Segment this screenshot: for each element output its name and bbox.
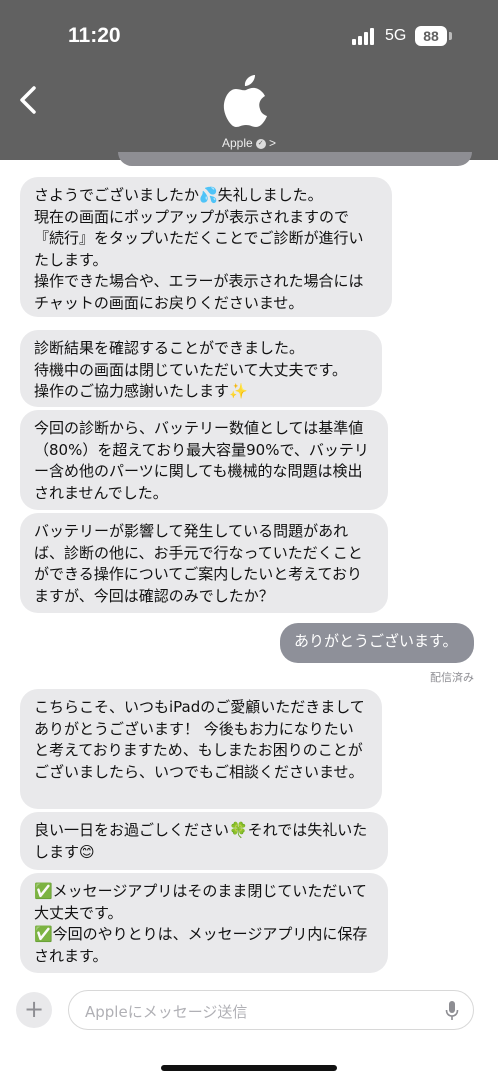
contact-name: Apple — [221, 136, 253, 150]
chat-header: 11:20 5G 88 Apple ✓ > — [0, 0, 498, 160]
battery-icon: 88 — [415, 26, 447, 46]
message-bubble-incoming: さようでございましたか💦失礼しました。 現在の画面にポップアップが表示されますの… — [20, 177, 392, 317]
message-input[interactable]: Appleにメッセージ送信 — [68, 990, 474, 1030]
network-type: 5G — [385, 27, 407, 44]
message-bubble-incoming: ✅メッセージアプリはそのまま閉じていただいて大丈夫です。 ✅今回のやりとりは、メ… — [20, 873, 388, 973]
cellular-signal-icon — [352, 28, 378, 45]
battery-tip — [449, 32, 452, 40]
back-chevron-icon[interactable] — [14, 82, 44, 118]
plus-icon[interactable]: + — [16, 992, 52, 1028]
status-time: 11:20 — [68, 24, 121, 47]
microphone-icon[interactable] — [445, 1000, 459, 1022]
message-bubble-incoming: 診断結果を確認することができました。 待機中の画面は閉じていただいて大丈夫です。… — [20, 330, 382, 407]
message-bubble-incoming: 良い一日をお過ごしください🍀それでは失礼いたします😊 — [20, 812, 388, 870]
message-bubble-incoming: こちらこそ、いつもiPadのご愛顧いただきましてありがとうございます！ 今後もお… — [20, 689, 382, 809]
contact-name-button[interactable]: Apple ✓ > — [0, 136, 498, 150]
home-indicator — [161, 1065, 337, 1071]
verified-badge-icon: ✓ — [255, 138, 266, 149]
previous-outgoing-bubble — [118, 152, 472, 166]
chevron-right-icon: > — [269, 136, 277, 150]
message-bubble-incoming: 今回の診断から、バッテリー数値としては基準値（80%）を超えており最大容量90%… — [20, 410, 388, 510]
delivered-status: 配信済み — [430, 671, 474, 684]
message-bubble-outgoing: ありがとうございます。 — [280, 623, 474, 663]
message-bubble-incoming: バッテリーが影響して発生している問題があれば、診断の他に、お手元で行なっていただ… — [20, 513, 388, 613]
message-input-placeholder: Appleにメッセージ送信 — [85, 1003, 248, 1021]
apple-logo-icon[interactable] — [222, 72, 270, 128]
